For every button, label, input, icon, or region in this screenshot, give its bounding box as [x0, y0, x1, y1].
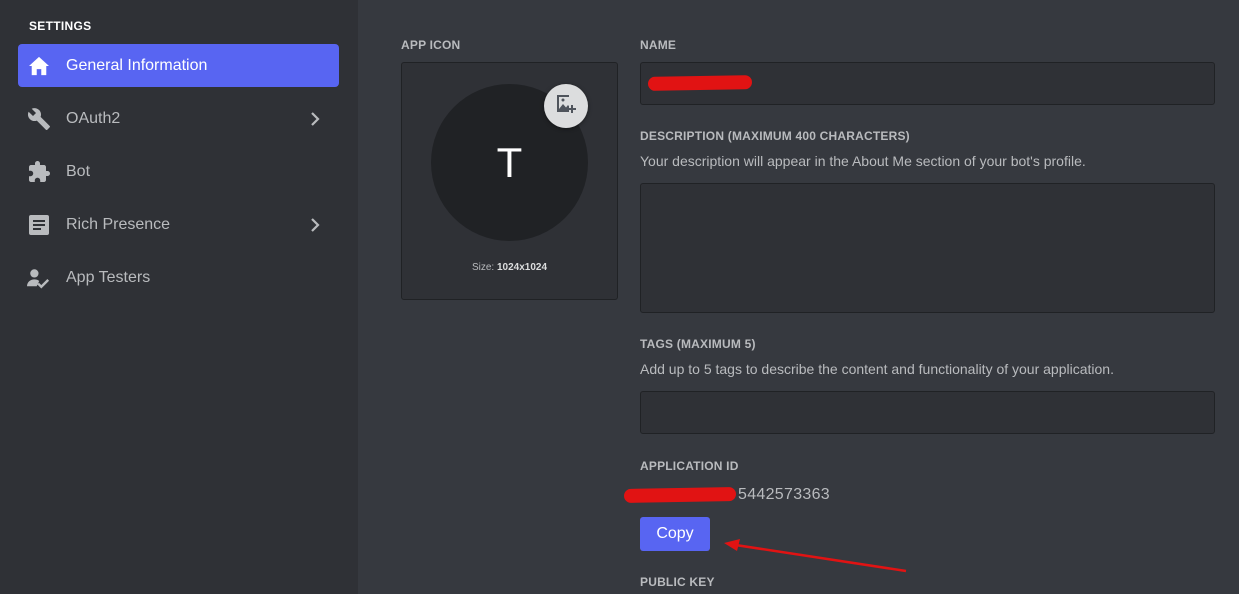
main-content: APP ICON T Size: 1024x1024 NAME DESCRIPT…: [358, 0, 1239, 594]
add-image-button[interactable]: [544, 84, 588, 128]
tags-input[interactable]: [640, 391, 1215, 434]
app-icon-uploader[interactable]: T Size: 1024x1024: [401, 62, 618, 300]
chevron-right-icon: [303, 107, 327, 131]
sidebar-item-rich-presence[interactable]: Rich Presence: [18, 203, 339, 246]
redaction-mark: [647, 75, 753, 91]
sidebar-item-app-testers[interactable]: App Testers: [18, 256, 339, 299]
home-icon: [27, 54, 51, 78]
app-window: SETTINGS General Information OAuth2 Bot: [0, 0, 1239, 594]
chevron-right-icon: [303, 213, 327, 237]
description-label: DESCRIPTION (MAXIMUM 400 CHARACTERS): [640, 129, 910, 143]
name-label: NAME: [640, 38, 677, 52]
application-id-visible: 5442573363: [738, 486, 830, 503]
app-icon-label: APP ICON: [401, 38, 461, 52]
application-id-label: APPLICATION ID: [640, 459, 739, 473]
sidebar-item-oauth2[interactable]: OAuth2: [18, 97, 339, 140]
tags-help: Add up to 5 tags to describe the content…: [640, 361, 1114, 377]
sidebar-item-label: OAuth2: [66, 109, 121, 127]
sidebar-item-bot[interactable]: Bot: [18, 150, 339, 193]
sidebar-item-label: Rich Presence: [66, 215, 171, 233]
sidebar-item-general-information[interactable]: General Information: [18, 44, 339, 87]
size-value: 1024x1024: [496, 262, 548, 273]
sidebar-item-label: General Information: [66, 56, 208, 74]
puzzle-icon: [27, 160, 51, 184]
size-prefix: Size:: [471, 262, 497, 273]
icon-size-hint: Size: 1024x1024: [402, 262, 617, 273]
avatar-initial: T: [496, 138, 523, 186]
description-textarea[interactable]: [640, 183, 1215, 313]
sidebar-item-label: App Testers: [66, 268, 151, 286]
document-icon: [27, 213, 51, 237]
tags-label: TAGS (MAXIMUM 5): [640, 337, 756, 351]
wrench-icon: [27, 107, 51, 131]
copy-application-id-button[interactable]: Copy: [640, 517, 710, 551]
annotation-arrow-icon: [724, 539, 907, 573]
add-image-icon: [554, 92, 578, 121]
person-check-icon: [27, 266, 51, 290]
description-help: Your description will appear in the Abou…: [640, 153, 1086, 169]
redaction-mark: [623, 487, 737, 503]
settings-sidebar: SETTINGS General Information OAuth2 Bot: [0, 0, 358, 594]
sidebar-item-label: Bot: [66, 162, 91, 180]
public-key-label: PUBLIC KEY: [640, 575, 715, 589]
sidebar-heading: SETTINGS: [29, 19, 92, 33]
